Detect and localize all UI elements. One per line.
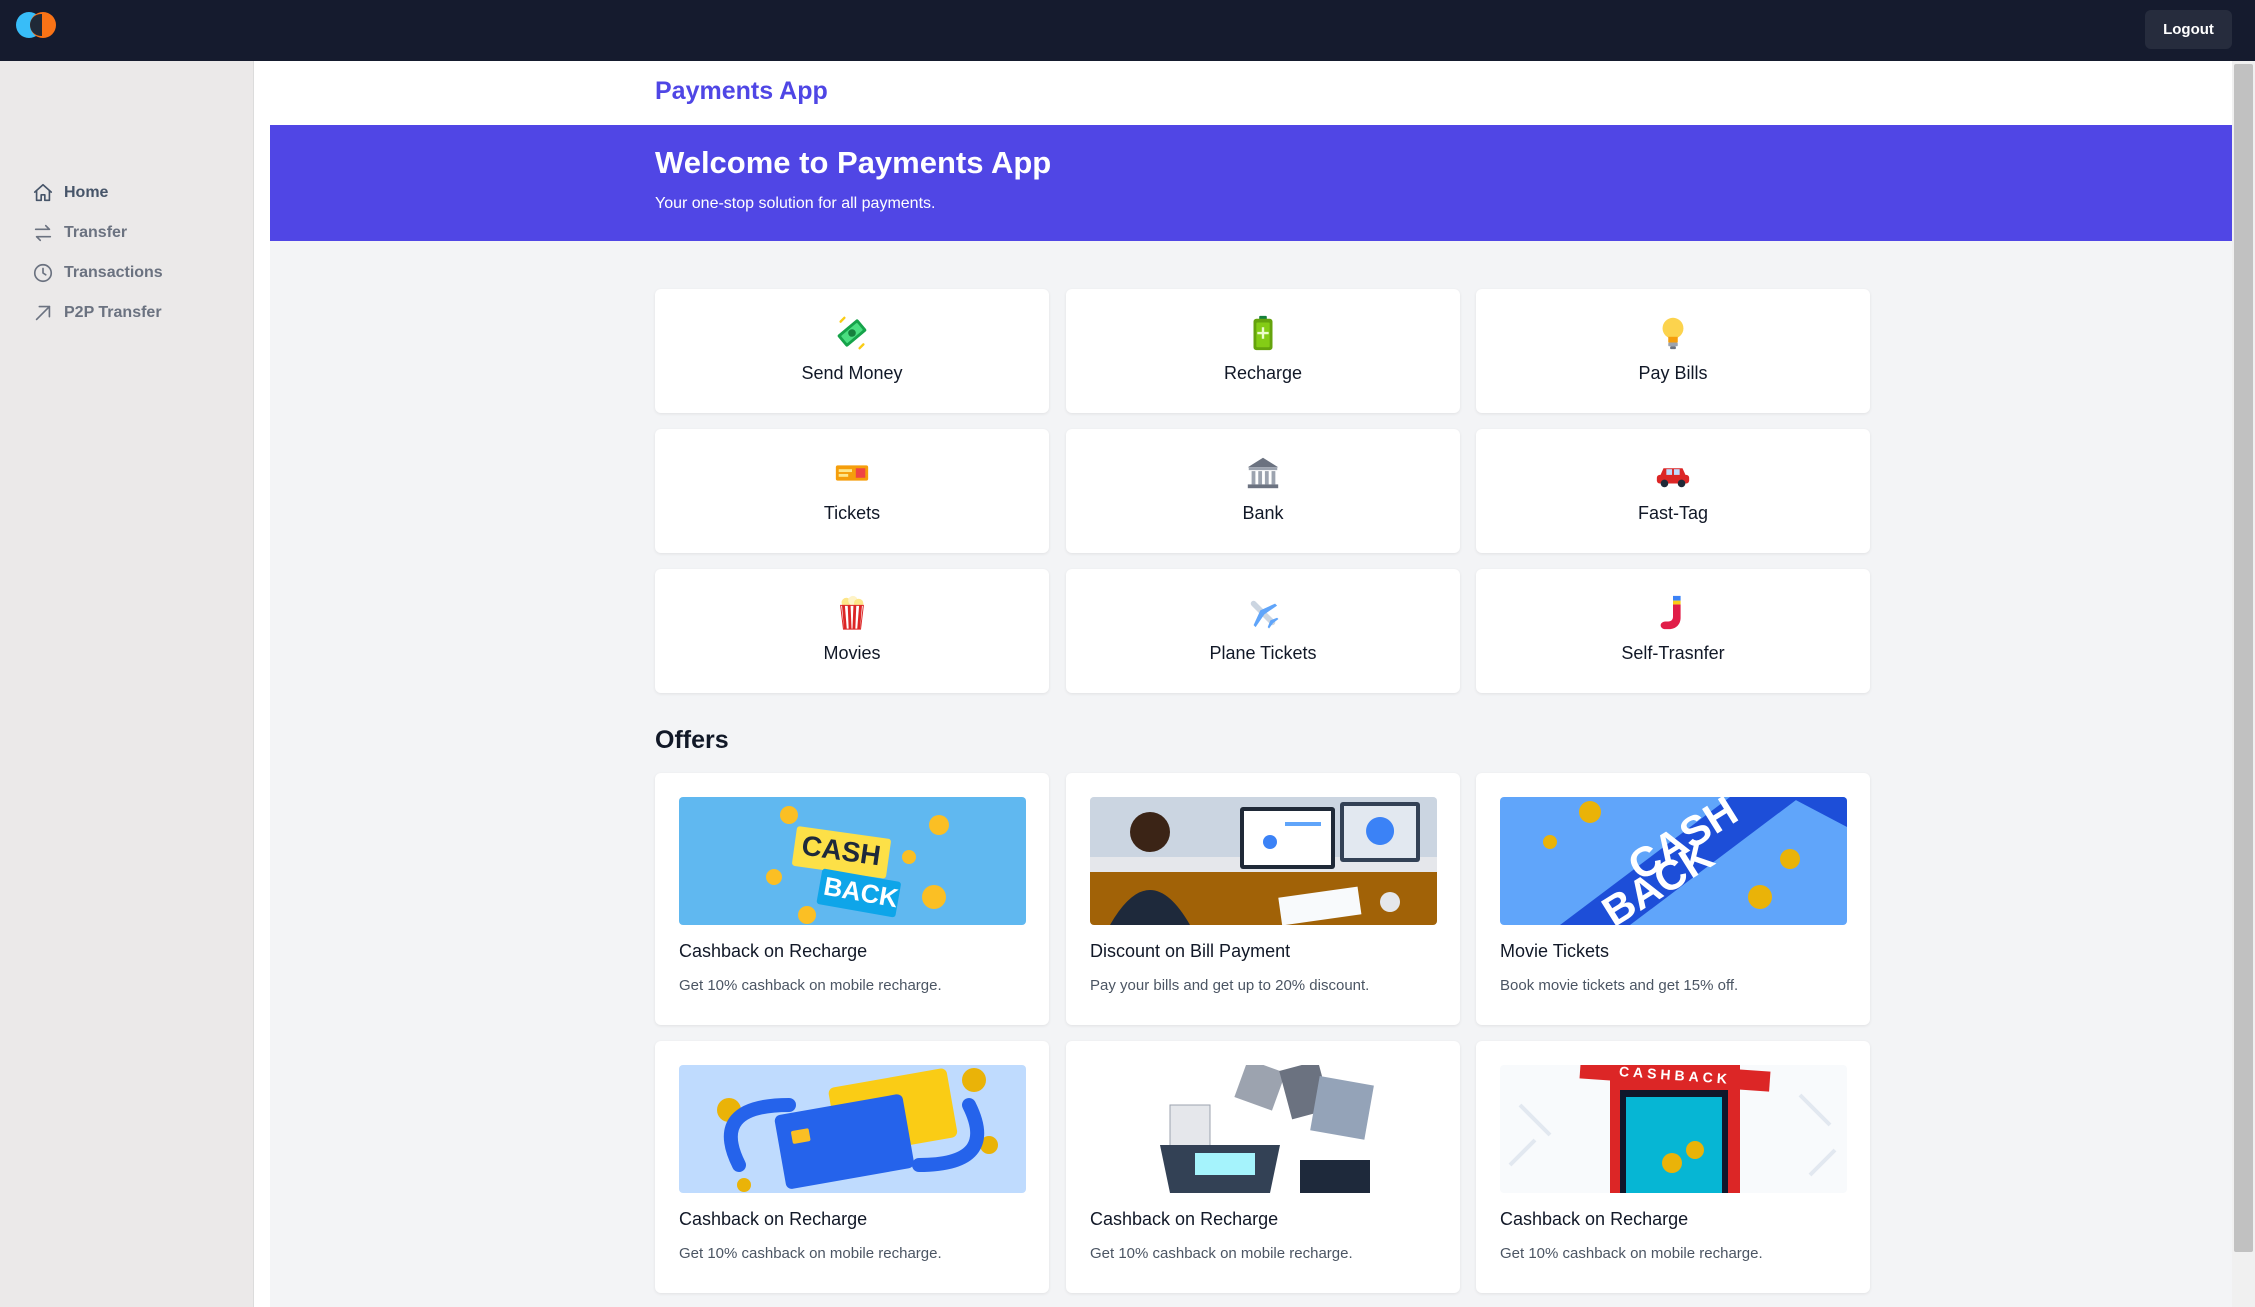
home-icon <box>33 183 53 202</box>
service-pay-bills[interactable]: Pay Bills <box>1476 289 1870 413</box>
service-label: Tickets <box>823 503 881 523</box>
offer-description: Get 10% cashback on mobile recharge. <box>679 977 942 994</box>
sidebar-item-label: Transactions <box>64 264 163 281</box>
offer-image: CASH BACK <box>1500 797 1847 925</box>
offer-title: Cashback on Recharge <box>679 1209 868 1229</box>
arrows-icon <box>34 224 52 242</box>
sidebar-item-transfer[interactable]: Transfer <box>32 219 127 247</box>
offer-image <box>1090 1065 1437 1193</box>
app-header: Payments App <box>270 61 2232 125</box>
offer-image <box>1090 797 1437 925</box>
arrow-up-right-icon <box>35 305 51 321</box>
service-fast-tag[interactable]: Fast-Tag <box>1476 429 1870 553</box>
service-label: Send Money <box>801 363 903 383</box>
service-movies[interactable]: Movies <box>655 569 1049 693</box>
app-logo[interactable] <box>16 12 56 38</box>
offer-description: Book movie tickets and get 15% off. <box>1500 977 1739 994</box>
offer-card[interactable]: Discount on Bill Payment Pay your bills … <box>1066 773 1460 1025</box>
sidebar-item-home[interactable]: Home <box>32 179 108 207</box>
welcome-title: Welcome to Payments App <box>655 145 1052 180</box>
offer-image <box>679 1065 1026 1193</box>
offer-title: Discount on Bill Payment <box>1090 941 1291 961</box>
offer-title: Cashback on Recharge <box>1500 1209 1689 1229</box>
offer-card[interactable]: CASH BACK Movie Tickets Book movie ticke… <box>1476 773 1870 1025</box>
offer-card[interactable]: CASHBACK Cashback on Recharge Get 10% ca… <box>1476 1041 1870 1293</box>
offer-description: Pay your bills and get up to 20% discoun… <box>1090 977 1370 994</box>
service-self-transfer[interactable]: Self-Trasnfer <box>1476 569 1870 693</box>
service-label: Self-Trasnfer <box>1621 643 1725 663</box>
service-label: Fast-Tag <box>1637 503 1709 523</box>
offer-description: Get 10% cashback on mobile recharge. <box>1090 1245 1353 1262</box>
logout-button[interactable]: Logout <box>2145 10 2232 49</box>
sidebar-item-label: Home <box>64 184 109 201</box>
offer-card[interactable]: Cashback on Recharge Get 10% cashback on… <box>1066 1041 1460 1293</box>
sidebar-item-transactions[interactable]: Transactions <box>32 259 163 287</box>
service-label: Recharge <box>1223 363 1303 383</box>
service-recharge[interactable]: Recharge <box>1066 289 1460 413</box>
offer-card[interactable]: Cashback on Recharge Get 10% cashback on… <box>655 1041 1049 1293</box>
service-send-money[interactable]: Send Money <box>655 289 1049 413</box>
popcorn-icon <box>840 595 864 630</box>
clock-icon <box>33 263 53 283</box>
service-label: Plane Tickets <box>1209 643 1317 663</box>
top-bar: Logout <box>0 0 2255 61</box>
scrollbar-thumb[interactable] <box>2234 64 2253 1252</box>
sidebar-item-label: P2P Transfer <box>64 304 162 321</box>
app-title: Payments App <box>655 77 828 105</box>
service-label: Movies <box>823 643 881 663</box>
offer-description: Get 10% cashback on mobile recharge. <box>679 1245 942 1262</box>
offer-card[interactable]: CASH BACK Cashback on Recharge Get 10% c… <box>655 773 1049 1025</box>
sock-icon <box>1660 595 1681 630</box>
offer-image: CASHBACK <box>1500 1065 1847 1193</box>
airplane-icon <box>1250 600 1279 629</box>
car-icon <box>1656 468 1690 488</box>
sidebar: Home Transfer Transactions P2P Transfer <box>0 61 254 1307</box>
service-label: Pay Bills <box>1638 363 1708 383</box>
welcome-subtitle: Your one-stop solution for all payments. <box>655 195 936 212</box>
offer-title: Cashback on Recharge <box>1090 1209 1279 1229</box>
sidebar-item-p2p-transfer[interactable]: P2P Transfer <box>32 299 162 327</box>
bank-icon <box>1247 457 1279 489</box>
service-plane-tickets[interactable]: Plane Tickets <box>1066 569 1460 693</box>
offer-image: CASH BACK <box>679 797 1026 925</box>
offer-description: Get 10% cashback on mobile recharge. <box>1500 1245 1763 1262</box>
lightbulb-icon <box>1662 317 1684 350</box>
money-icon <box>837 316 867 350</box>
ticket-icon <box>835 465 869 481</box>
service-label: Bank <box>1242 503 1284 523</box>
sidebar-item-label: Transfer <box>64 224 128 241</box>
offers-heading: Offers <box>655 726 729 754</box>
sidebar-gutter <box>254 61 270 1307</box>
battery-icon <box>1253 315 1273 351</box>
service-tickets[interactable]: Tickets <box>655 429 1049 553</box>
offer-title: Cashback on Recharge <box>679 941 868 961</box>
service-bank[interactable]: Bank <box>1066 429 1460 553</box>
welcome-banner: Welcome to Payments App Your one-stop so… <box>270 125 2232 241</box>
offer-title: Movie Tickets <box>1500 941 1610 961</box>
